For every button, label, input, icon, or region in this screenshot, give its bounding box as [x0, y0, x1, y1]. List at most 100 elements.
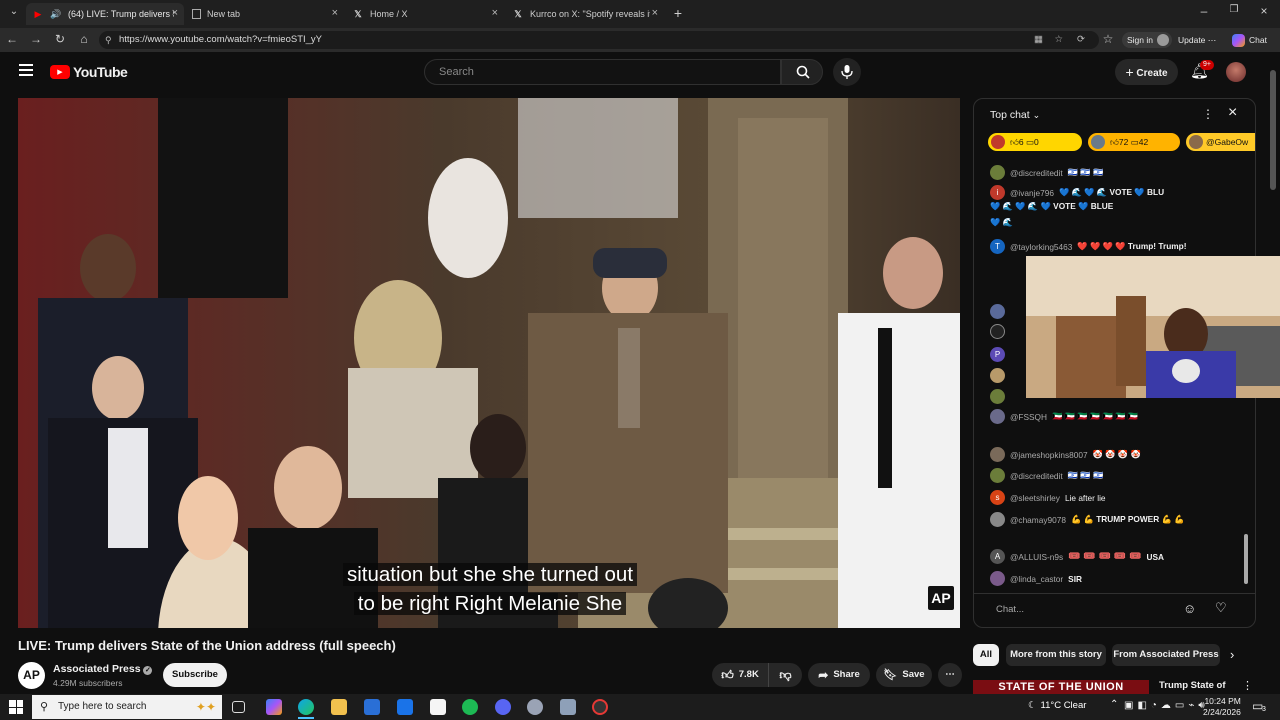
forward-icon[interactable]: → — [28, 32, 44, 46]
user-avatar — [990, 368, 1005, 383]
tray-up-arrow-icon[interactable]: ⌃ — [1110, 699, 1118, 710]
filter-chip-all[interactable]: All — [973, 644, 999, 666]
address-bar-row: ← → ↻ ⌂ ⚲ https://www.youtube.com/watch?… — [0, 28, 1280, 52]
pinned-ticker-3[interactable]: @GabeOw — [1186, 133, 1255, 151]
account-avatar[interactable] — [1226, 62, 1246, 82]
chat-username[interactable]: @linda_castor — [1010, 574, 1063, 584]
tab-new-tab[interactable]: New tab × — [186, 3, 344, 25]
share-button[interactable]: ➦ Share — [808, 663, 870, 687]
discord-icon[interactable] — [495, 699, 511, 715]
pinned-ticker-1[interactable]: 👍︎6 ▭0 — [988, 133, 1082, 151]
weather-widget[interactable]: ☾ 11°C Clear — [1028, 700, 1086, 711]
microsoft-store-icon[interactable] — [364, 699, 380, 715]
chat-username[interactable]: @discreditedit — [1010, 471, 1063, 481]
search-input[interactable]: Search — [424, 59, 781, 85]
tab-x-home[interactable]: 𝕏 Home / X × — [346, 3, 504, 25]
audio-icon[interactable]: 🔊 — [50, 8, 62, 20]
close-tab-icon[interactable]: × — [172, 7, 178, 19]
recommended-thumbnail[interactable]: STATE OF THE UNION — [973, 680, 1149, 694]
thumb-icon: 👍︎ — [1110, 137, 1119, 147]
app-icon[interactable] — [560, 699, 576, 715]
user-avatar: i — [990, 185, 1005, 200]
voice-search-button[interactable] — [833, 58, 861, 86]
task-view-icon[interactable] — [232, 701, 245, 713]
create-button[interactable]: + Create — [1115, 59, 1178, 85]
chat-username[interactable]: @chamay9078 — [1010, 515, 1066, 525]
channel-avatar[interactable]: AP — [18, 662, 45, 689]
close-tab-icon[interactable]: × — [332, 7, 338, 19]
clock[interactable]: 10:24 PM 2/24/2026 — [1203, 696, 1241, 718]
chat-username[interactable]: @sleetshirley — [1010, 493, 1060, 503]
more-actions-button[interactable]: ⋯ — [938, 663, 962, 687]
close-window-icon[interactable]: × — [1256, 4, 1272, 18]
subscribe-button[interactable]: Subscribe — [163, 663, 227, 687]
chat-scrollbar[interactable] — [1244, 534, 1248, 584]
app-icon[interactable] — [527, 699, 543, 715]
youtube-logo[interactable]: ▶ YouTube — [50, 64, 128, 80]
chat-username[interactable]: @ALLUIS-n9s — [1010, 552, 1063, 562]
new-tab-plus-icon[interactable]: + — [670, 5, 686, 21]
restore-icon[interactable]: ❐ — [1226, 4, 1242, 15]
favorites-icon[interactable]: ☆ — [1100, 32, 1116, 46]
chat-input[interactable]: Chat... — [996, 604, 1024, 615]
url-field[interactable]: ⚲ https://www.youtube.com/watch?v=fmieoS… — [99, 31, 1099, 49]
close-chat-icon[interactable]: × — [1228, 104, 1237, 122]
chevron-right-icon[interactable]: › — [1230, 647, 1234, 662]
chat-username[interactable]: @taylorking5463 — [1010, 242, 1072, 252]
copilot-chat-button[interactable]: Chat — [1232, 32, 1267, 48]
chat-message: T @taylorking5463 ❤️ ❤️ ❤️ ❤️ Trump! Tru… — [990, 239, 1186, 254]
filter-chip-channel[interactable]: From Associated Press — [1112, 644, 1220, 666]
dislike-button[interactable]: 👎︎ — [768, 663, 802, 687]
extensions-icon[interactable]: ⟳ — [1077, 31, 1085, 49]
chat-message: @discreditedit 🇮🇱 🇮🇱 🇮🇱 — [990, 468, 1103, 483]
copilot-taskbar-icon[interactable] — [266, 699, 282, 715]
taskbar-search-input[interactable]: ⚲ Type here to search ✦✦ — [32, 695, 222, 719]
tray-icons[interactable]: ▣◧◔☁▭⌁🔊︎ — [1124, 700, 1209, 711]
chat-text: 🇮🇱 🇮🇱 🇮🇱 — [1067, 167, 1104, 177]
recording-app-icon[interactable] — [592, 699, 608, 715]
notepad-icon[interactable] — [430, 699, 446, 715]
save-button[interactable]: 🔖︎ Save — [876, 663, 932, 687]
mail-icon[interactable] — [397, 699, 413, 715]
chat-username[interactable]: @discreditedit — [1010, 168, 1063, 178]
channel-name[interactable]: Associated Press ✓ — [53, 663, 153, 675]
filter-chip-story[interactable]: More from this story — [1006, 644, 1106, 666]
heart-icon[interactable]: ♡ — [1215, 600, 1227, 616]
file-explorer-icon[interactable] — [331, 699, 347, 715]
notifications-button[interactable]: 🔔︎ 9+ — [1190, 60, 1214, 82]
site-info-icon[interactable]: ⚲ — [105, 31, 112, 49]
spotify-icon[interactable] — [462, 699, 478, 715]
home-icon[interactable]: ⌂ — [76, 32, 92, 46]
tab-list-icon[interactable]: ⌄ — [6, 6, 22, 17]
chat-username[interactable]: @ivanje796 — [1010, 188, 1054, 198]
more-dots-icon: ⋯ — [1207, 35, 1217, 45]
search-button[interactable] — [781, 59, 823, 85]
tab-x-kurrco[interactable]: 𝕏 Kurrco on X: "Spotify reveals its li × — [506, 3, 664, 25]
video-player[interactable]: AP — [18, 98, 960, 628]
clock-time: 10:24 PM — [1204, 696, 1241, 706]
pinned-ticker-2[interactable]: 👍︎72 ▭42 — [1088, 133, 1180, 151]
chat-username[interactable]: @FSSQH — [1010, 412, 1047, 422]
tab-youtube[interactable]: ▶ 🔊 (64) LIVE: Trump delivers State × — [26, 3, 184, 25]
edge-browser-icon[interactable] — [298, 699, 314, 715]
like-button[interactable]: 👍︎ 7.8K — [712, 663, 768, 687]
chat-more-icon[interactable]: ⋮ — [1202, 107, 1214, 121]
chat-message-continued: 💙 🌊 — [990, 217, 1013, 228]
recommended-more-icon[interactable]: ⋮ — [1242, 679, 1253, 692]
back-icon[interactable]: ← — [4, 32, 20, 46]
update-button[interactable]: Update ⋯ — [1178, 32, 1224, 48]
top-chat-dropdown[interactable]: Top chat ⌄ — [990, 109, 1040, 121]
page-scrollbar[interactable] — [1270, 70, 1276, 190]
refresh-icon[interactable]: ↻ — [52, 32, 68, 46]
chat-username[interactable]: @jameshopkins8007 — [1010, 450, 1088, 460]
windows-start-icon[interactable] — [9, 700, 23, 714]
recommended-title[interactable]: Trump State of — [1159, 680, 1226, 691]
menu-hamburger-icon[interactable] — [19, 64, 33, 76]
close-tab-icon[interactable]: × — [652, 7, 658, 19]
emoji-icon[interactable]: ☺ — [1183, 601, 1196, 616]
collections-icon[interactable]: ▦ — [1034, 31, 1043, 49]
close-tab-icon[interactable]: × — [492, 7, 498, 19]
sign-in-button[interactable]: Sign in — [1122, 32, 1172, 48]
favorite-star-icon[interactable]: ☆ — [1054, 31, 1063, 49]
minimize-icon[interactable]: – — [1196, 4, 1212, 18]
